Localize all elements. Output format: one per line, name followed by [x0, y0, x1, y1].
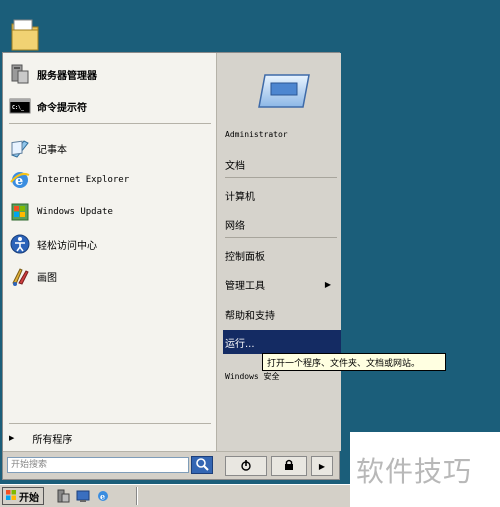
menu-item-administrator[interactable]: Administrator: [225, 123, 335, 145]
menu-item-label: Windows Update: [37, 207, 113, 217]
user-picture-icon: [257, 71, 311, 111]
search-button[interactable]: [191, 456, 213, 474]
start-menu-right-pane: Administrator 文档 计算机 网络 控制面板 管理工具 ▶ 帮助和支…: [217, 53, 341, 451]
menu-item-help-support[interactable]: 帮助和支持: [225, 303, 335, 325]
menu-item-windows-update[interactable]: Windows Update: [9, 199, 213, 225]
internet-explorer-icon: e: [9, 169, 31, 191]
menu-item-paint[interactable]: 画图: [9, 263, 213, 289]
taskbar: 开始 e: [0, 484, 350, 507]
start-menu: 服务器管理器 C:\_ 命令提示符 记事本 e Internet Explore…: [2, 52, 341, 480]
menu-item-label: 管理工具: [225, 280, 265, 292]
arrow-right-icon: ▶: [324, 279, 331, 289]
menu-item-label: 命令提示符: [37, 102, 87, 114]
menu-item-label: 画图: [37, 272, 57, 284]
menu-item-network[interactable]: 网络: [225, 213, 335, 235]
menu-item-internet-explorer[interactable]: e Internet Explorer: [9, 167, 213, 193]
svg-text:e: e: [100, 492, 105, 502]
menu-item-run[interactable]: 运行...: [223, 330, 341, 354]
all-programs-label: 所有程序: [32, 434, 73, 446]
server-manager-icon: [9, 63, 31, 85]
menu-item-admin-tools[interactable]: 管理工具 ▶: [225, 273, 335, 295]
menu-item-label: 控制面板: [225, 251, 265, 263]
watermark-text: 软件技巧: [356, 455, 473, 488]
menu-item-label: Internet Explorer: [37, 175, 130, 185]
menu-item-server-manager[interactable]: 服务器管理器: [9, 61, 213, 87]
arrow-right-icon: ▶: [9, 434, 15, 442]
server-manager-quicklaunch-icon[interactable]: [56, 489, 70, 503]
menu-item-label: 计算机: [225, 191, 255, 203]
menu-item-label: 文档: [225, 160, 245, 172]
arrow-right-icon: ▶: [318, 461, 326, 471]
separator: [9, 123, 211, 124]
menu-item-label: 记事本: [37, 144, 67, 156]
lock-icon: [283, 459, 295, 474]
menu-item-control-panel[interactable]: 控制面板: [225, 244, 335, 266]
internet-explorer-quicklaunch-icon[interactable]: e: [96, 489, 110, 503]
all-programs-button[interactable]: ▶ 所有程序: [9, 429, 213, 447]
search-icon: [195, 457, 209, 474]
menu-item-documents[interactable]: 文档: [225, 153, 335, 175]
menu-item-computer[interactable]: 计算机: [225, 184, 335, 206]
start-button[interactable]: 开始: [2, 487, 44, 505]
menu-item-label: 运行...: [225, 338, 255, 350]
start-label: 开始: [19, 492, 39, 504]
lock-button[interactable]: [271, 456, 307, 476]
show-desktop-icon[interactable]: [76, 489, 90, 503]
start-menu-bottom-bar: 开始搜索 ▶: [3, 451, 339, 479]
power-icon: [240, 459, 252, 474]
menu-item-label: 网络: [225, 220, 245, 232]
desktop-folder-icon[interactable]: [10, 16, 40, 52]
separator: [225, 237, 337, 238]
menu-item-label: Administrator: [225, 129, 288, 139]
menu-item-label: 服务器管理器: [37, 70, 97, 82]
shutdown-button[interactable]: [225, 456, 267, 476]
power-options-button[interactable]: ▶: [311, 456, 333, 476]
menu-item-label: 帮助和支持: [225, 310, 275, 322]
menu-item-ease-of-access[interactable]: 轻松访问中心: [9, 231, 213, 257]
svg-text:C:\_: C:\_: [12, 105, 25, 111]
command-prompt-icon: C:\_: [9, 95, 31, 117]
run-tooltip: 打开一个程序、文件夹、文档或网站。: [262, 353, 446, 371]
separator: [225, 177, 337, 178]
taskbar-divider: [136, 487, 138, 505]
menu-item-notepad[interactable]: 记事本: [9, 135, 213, 161]
separator: [9, 423, 211, 424]
windows-logo-icon: [5, 489, 17, 504]
menu-item-label: Windows 安全: [225, 371, 280, 381]
paint-icon: [9, 265, 31, 287]
menu-item-label: 轻松访问中心: [37, 240, 97, 252]
windows-update-icon: [9, 201, 31, 223]
menu-item-command-prompt[interactable]: C:\_ 命令提示符: [9, 93, 213, 119]
ease-of-access-icon: [9, 233, 31, 255]
start-menu-left-pane: 服务器管理器 C:\_ 命令提示符 记事本 e Internet Explore…: [3, 53, 217, 451]
start-search-input[interactable]: 开始搜索: [7, 457, 189, 473]
notepad-icon: [9, 137, 31, 159]
